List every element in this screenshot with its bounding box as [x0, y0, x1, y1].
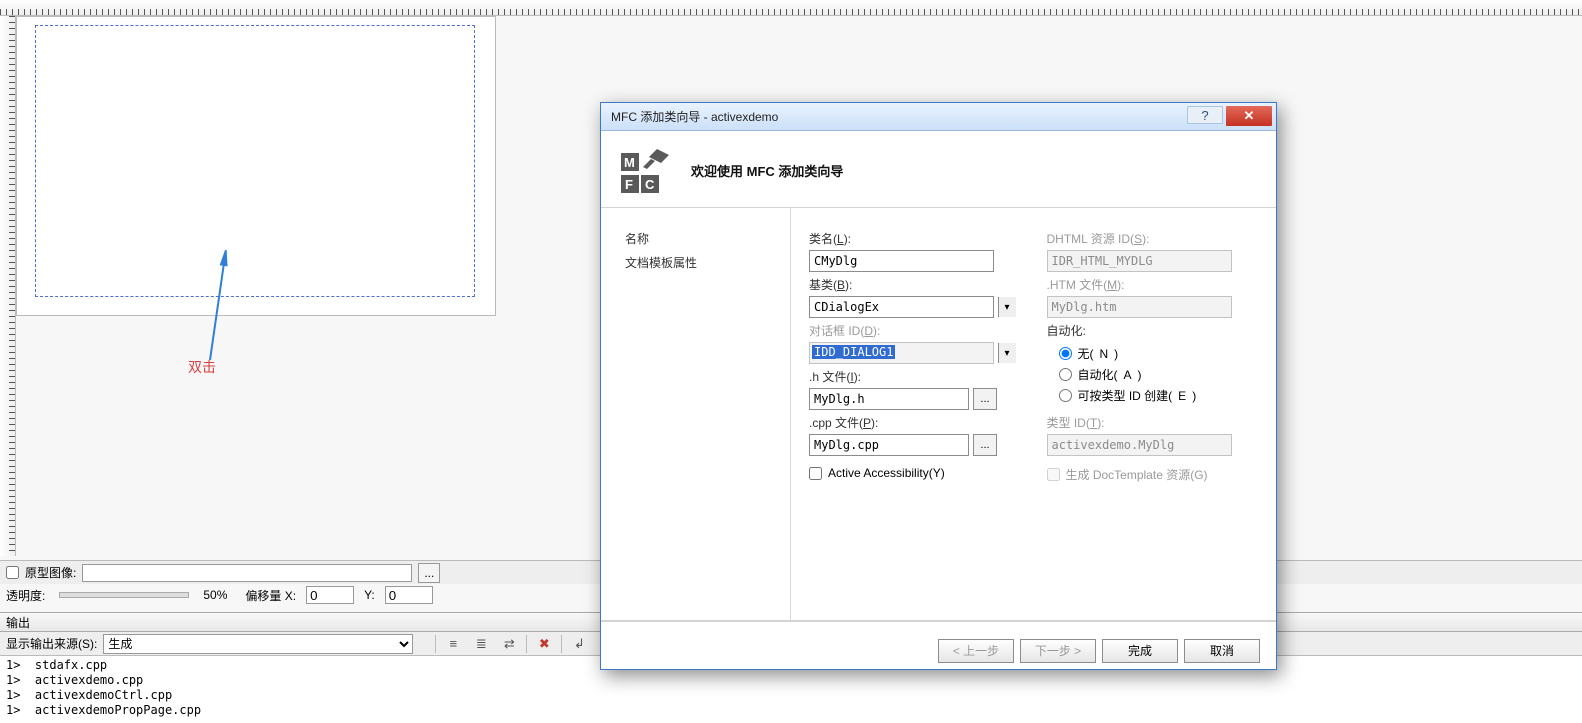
finish-button[interactable]: 完成: [1102, 639, 1178, 663]
automation-none-radio[interactable]: 无(N): [1059, 345, 1255, 362]
double-click-annotation: 双击: [188, 357, 216, 377]
cpp-file-label: .cpp 文件(P):: [809, 414, 1017, 431]
wizard-panel: 类名(L): 基类(B): ▾ 对话框 ID(D): IDD_DIALOG1 ▾…: [791, 208, 1276, 620]
output-source-label: 显示输出来源(S):: [6, 635, 97, 652]
output-tool-1[interactable]: ≡: [442, 634, 464, 654]
separator-icon: [561, 635, 562, 653]
output-line: 1> activexdemoCtrl.cpp: [6, 688, 1576, 703]
htm-label: .HTM 文件(M):: [1047, 276, 1255, 293]
separator-icon: [435, 635, 436, 653]
close-button[interactable]: ✕: [1226, 106, 1272, 126]
offset-x-input[interactable]: [306, 586, 354, 604]
active-accessibility-checkbox[interactable]: [809, 467, 822, 480]
mfc-icon: M F C: [621, 145, 673, 195]
output-tool-2[interactable]: ≣: [470, 634, 492, 654]
output-source-select[interactable]: 生成: [103, 634, 413, 654]
design-surface[interactable]: [16, 16, 496, 316]
svg-text:C: C: [645, 177, 655, 192]
output-line: 1> activexdemoPropPage.cpp: [6, 703, 1576, 718]
h-file-label: .h 文件(I):: [809, 368, 1017, 385]
automation-group-label: 自动化:: [1047, 322, 1255, 339]
separator-icon: [526, 635, 527, 653]
dialog-template-frame[interactable]: [35, 25, 475, 297]
offset-y-label: Y:: [364, 588, 375, 602]
output-tool-3[interactable]: ⇄: [498, 634, 520, 654]
chevron-down-icon[interactable]: ▾: [998, 297, 1016, 317]
dhtml-label: DHTML 资源 ID(S):: [1047, 230, 1255, 247]
wizard-header: M F C 欢迎使用 MFC 添加类向导: [601, 131, 1276, 207]
offset-x-label: 偏移量 X:: [245, 587, 296, 604]
type-id-label: 类型 ID(T):: [1047, 414, 1255, 431]
wizard-footer: < 上一步 下一步 > 完成 取消: [601, 621, 1276, 673]
class-name-label: 类名(L):: [809, 230, 1017, 247]
output-wrap-button[interactable]: ↲: [568, 634, 590, 654]
next-button[interactable]: 下一步 >: [1020, 639, 1096, 663]
base-class-combo[interactable]: [809, 296, 994, 318]
doctemplate-checkbox: [1047, 468, 1060, 481]
wizard-title-text: MFC 添加类向导 - activexdemo: [611, 108, 778, 125]
dhtml-input: [1047, 250, 1232, 272]
dialog-id-label: 对话框 ID(D):: [809, 322, 1017, 339]
output-line: 1> activexdemo.cpp: [6, 673, 1576, 688]
h-file-input[interactable]: [809, 388, 969, 410]
transparency-slider[interactable]: [59, 592, 189, 598]
cancel-button[interactable]: 取消: [1184, 639, 1260, 663]
transparency-label: 透明度:: [6, 587, 45, 604]
htm-input: [1047, 296, 1232, 318]
wizard-nav-doctemplate[interactable]: 文档模板属性: [625, 254, 790, 278]
add-class-wizard-dialog: MFC 添加类向导 - activexdemo ? ✕ M F C 欢迎使用 M…: [600, 102, 1277, 670]
prototype-image-browse-button[interactable]: ...: [418, 563, 440, 583]
transparency-value: 50%: [203, 588, 227, 602]
horizontal-ruler: [0, 0, 1582, 16]
chevron-down-icon[interactable]: ▾: [998, 343, 1016, 363]
active-accessibility-label: Active Accessibility(Y): [828, 466, 945, 480]
doctemplate-label: 生成 DocTemplate 资源(G): [1066, 466, 1208, 483]
dialog-id-value: IDD_DIALOG1: [812, 345, 895, 359]
wizard-nav: 名称 文档模板属性: [601, 208, 791, 620]
help-button[interactable]: ?: [1187, 106, 1223, 124]
prototype-image-checkbox[interactable]: [6, 566, 19, 579]
svg-text:F: F: [625, 177, 633, 192]
base-class-label: 基类(B):: [809, 276, 1017, 293]
wizard-titlebar[interactable]: MFC 添加类向导 - activexdemo ? ✕: [601, 103, 1276, 131]
wizard-nav-names[interactable]: 名称: [625, 230, 790, 254]
automation-auto-radio[interactable]: 自动化(A): [1059, 366, 1255, 383]
vertical-ruler: [0, 16, 16, 556]
cpp-file-input[interactable]: [809, 434, 969, 456]
output-clear-button[interactable]: ✖: [533, 634, 555, 654]
prototype-image-input[interactable]: [82, 564, 412, 582]
wizard-banner-title: 欢迎使用 MFC 添加类向导: [691, 161, 843, 180]
type-id-input: [1047, 434, 1232, 456]
cpp-file-browse-button[interactable]: ...: [973, 434, 997, 456]
h-file-browse-button[interactable]: ...: [973, 388, 997, 410]
class-name-input[interactable]: [809, 250, 994, 272]
prototype-image-label: 原型图像:: [25, 564, 76, 581]
svg-text:M: M: [624, 155, 635, 170]
automation-typeid-radio[interactable]: 可按类型 ID 创建(E): [1059, 387, 1255, 404]
prev-button[interactable]: < 上一步: [938, 639, 1014, 663]
offset-y-input[interactable]: [385, 586, 433, 604]
